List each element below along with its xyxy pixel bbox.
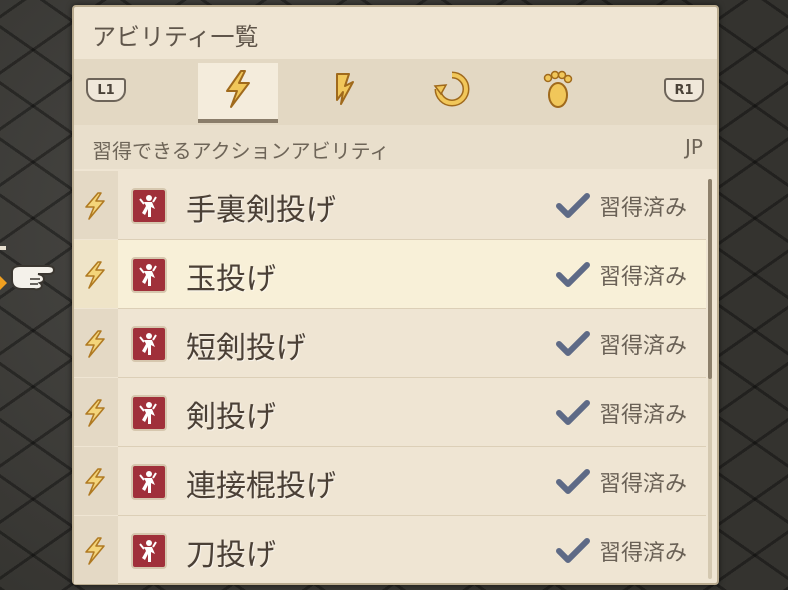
ability-name: 連接棍投げ	[186, 469, 336, 504]
action-bolt-icon	[82, 398, 108, 432]
ability-row[interactable]: 手裏剣投げ 習得済み	[74, 171, 706, 239]
scrollbar-thumb[interactable]	[708, 179, 712, 379]
tab-action-abilities[interactable]	[198, 63, 278, 123]
learned-check-icon	[556, 262, 590, 292]
ability-list-panel: アビリティ一覧 L1 R1 習得できるアクションアビリティ JP 手裏剣投げ 習…	[72, 5, 719, 585]
action-bolt-icon	[221, 69, 255, 113]
learned-status: 習得済み	[599, 472, 688, 497]
throw-ability-icon	[131, 464, 167, 500]
panel-title: アビリティ一覧	[92, 23, 259, 51]
tab-support-abilities[interactable]	[304, 63, 384, 119]
ability-row[interactable]: 剣投げ 習得済み	[74, 378, 706, 446]
left-arrow-icon	[0, 276, 7, 290]
action-bolt-icon	[82, 191, 108, 225]
ability-name: 刀投げ	[186, 538, 276, 573]
ability-name: 短剣投げ	[186, 331, 306, 366]
throw-ability-icon	[131, 533, 167, 569]
edge-marker	[0, 246, 6, 250]
support-bolt-icon	[329, 70, 359, 112]
list-header: 習得できるアクションアビリティ JP	[74, 125, 717, 169]
action-bolt-icon	[82, 260, 108, 294]
action-bolt-icon	[82, 329, 108, 363]
ability-type-tabs: L1 R1	[74, 59, 717, 125]
learned-status: 習得済み	[599, 196, 688, 221]
action-bolt-icon	[82, 536, 108, 570]
tab-movement-abilities[interactable]	[518, 63, 598, 119]
learned-check-icon	[556, 538, 590, 568]
throw-ability-icon	[131, 326, 167, 362]
ability-name: 剣投げ	[186, 400, 276, 435]
jp-column-header: JP	[685, 135, 703, 159]
ability-row[interactable]: 連接棍投げ 習得済み	[74, 447, 706, 515]
throw-ability-icon	[131, 188, 167, 224]
section-label: 習得できるアクションアビリティ	[92, 139, 390, 163]
ability-row-selected[interactable]: 玉投げ 習得済み	[74, 240, 706, 308]
throw-ability-icon	[131, 257, 167, 293]
learned-status: 習得済み	[599, 541, 688, 566]
learned-status: 習得済み	[599, 265, 688, 290]
ability-list: 手裏剣投げ 習得済み 玉投げ 習得済み 短剣投げ 習得済み 剣投げ 習得済み 連…	[74, 171, 717, 584]
action-bolt-icon	[82, 467, 108, 501]
ability-name: 手裏剣投げ	[186, 193, 336, 228]
movement-foot-icon	[540, 69, 576, 113]
learned-check-icon	[556, 331, 590, 361]
learned-check-icon	[556, 193, 590, 223]
learned-status: 習得済み	[599, 403, 688, 428]
l1-shoulder-button[interactable]: L1	[86, 78, 126, 102]
reaction-icon	[433, 70, 471, 112]
ability-name: 玉投げ	[186, 262, 276, 297]
learned-check-icon	[556, 400, 590, 430]
learned-status: 習得済み	[599, 334, 688, 359]
tab-reaction-abilities[interactable]	[412, 63, 492, 119]
pointer-hand-icon	[8, 258, 64, 292]
learned-check-icon	[556, 469, 590, 499]
r1-shoulder-button[interactable]: R1	[664, 78, 704, 102]
ability-row[interactable]: 短剣投げ 習得済み	[74, 309, 706, 377]
ability-row[interactable]: 刀投げ 習得済み	[74, 516, 706, 584]
throw-ability-icon	[131, 395, 167, 431]
